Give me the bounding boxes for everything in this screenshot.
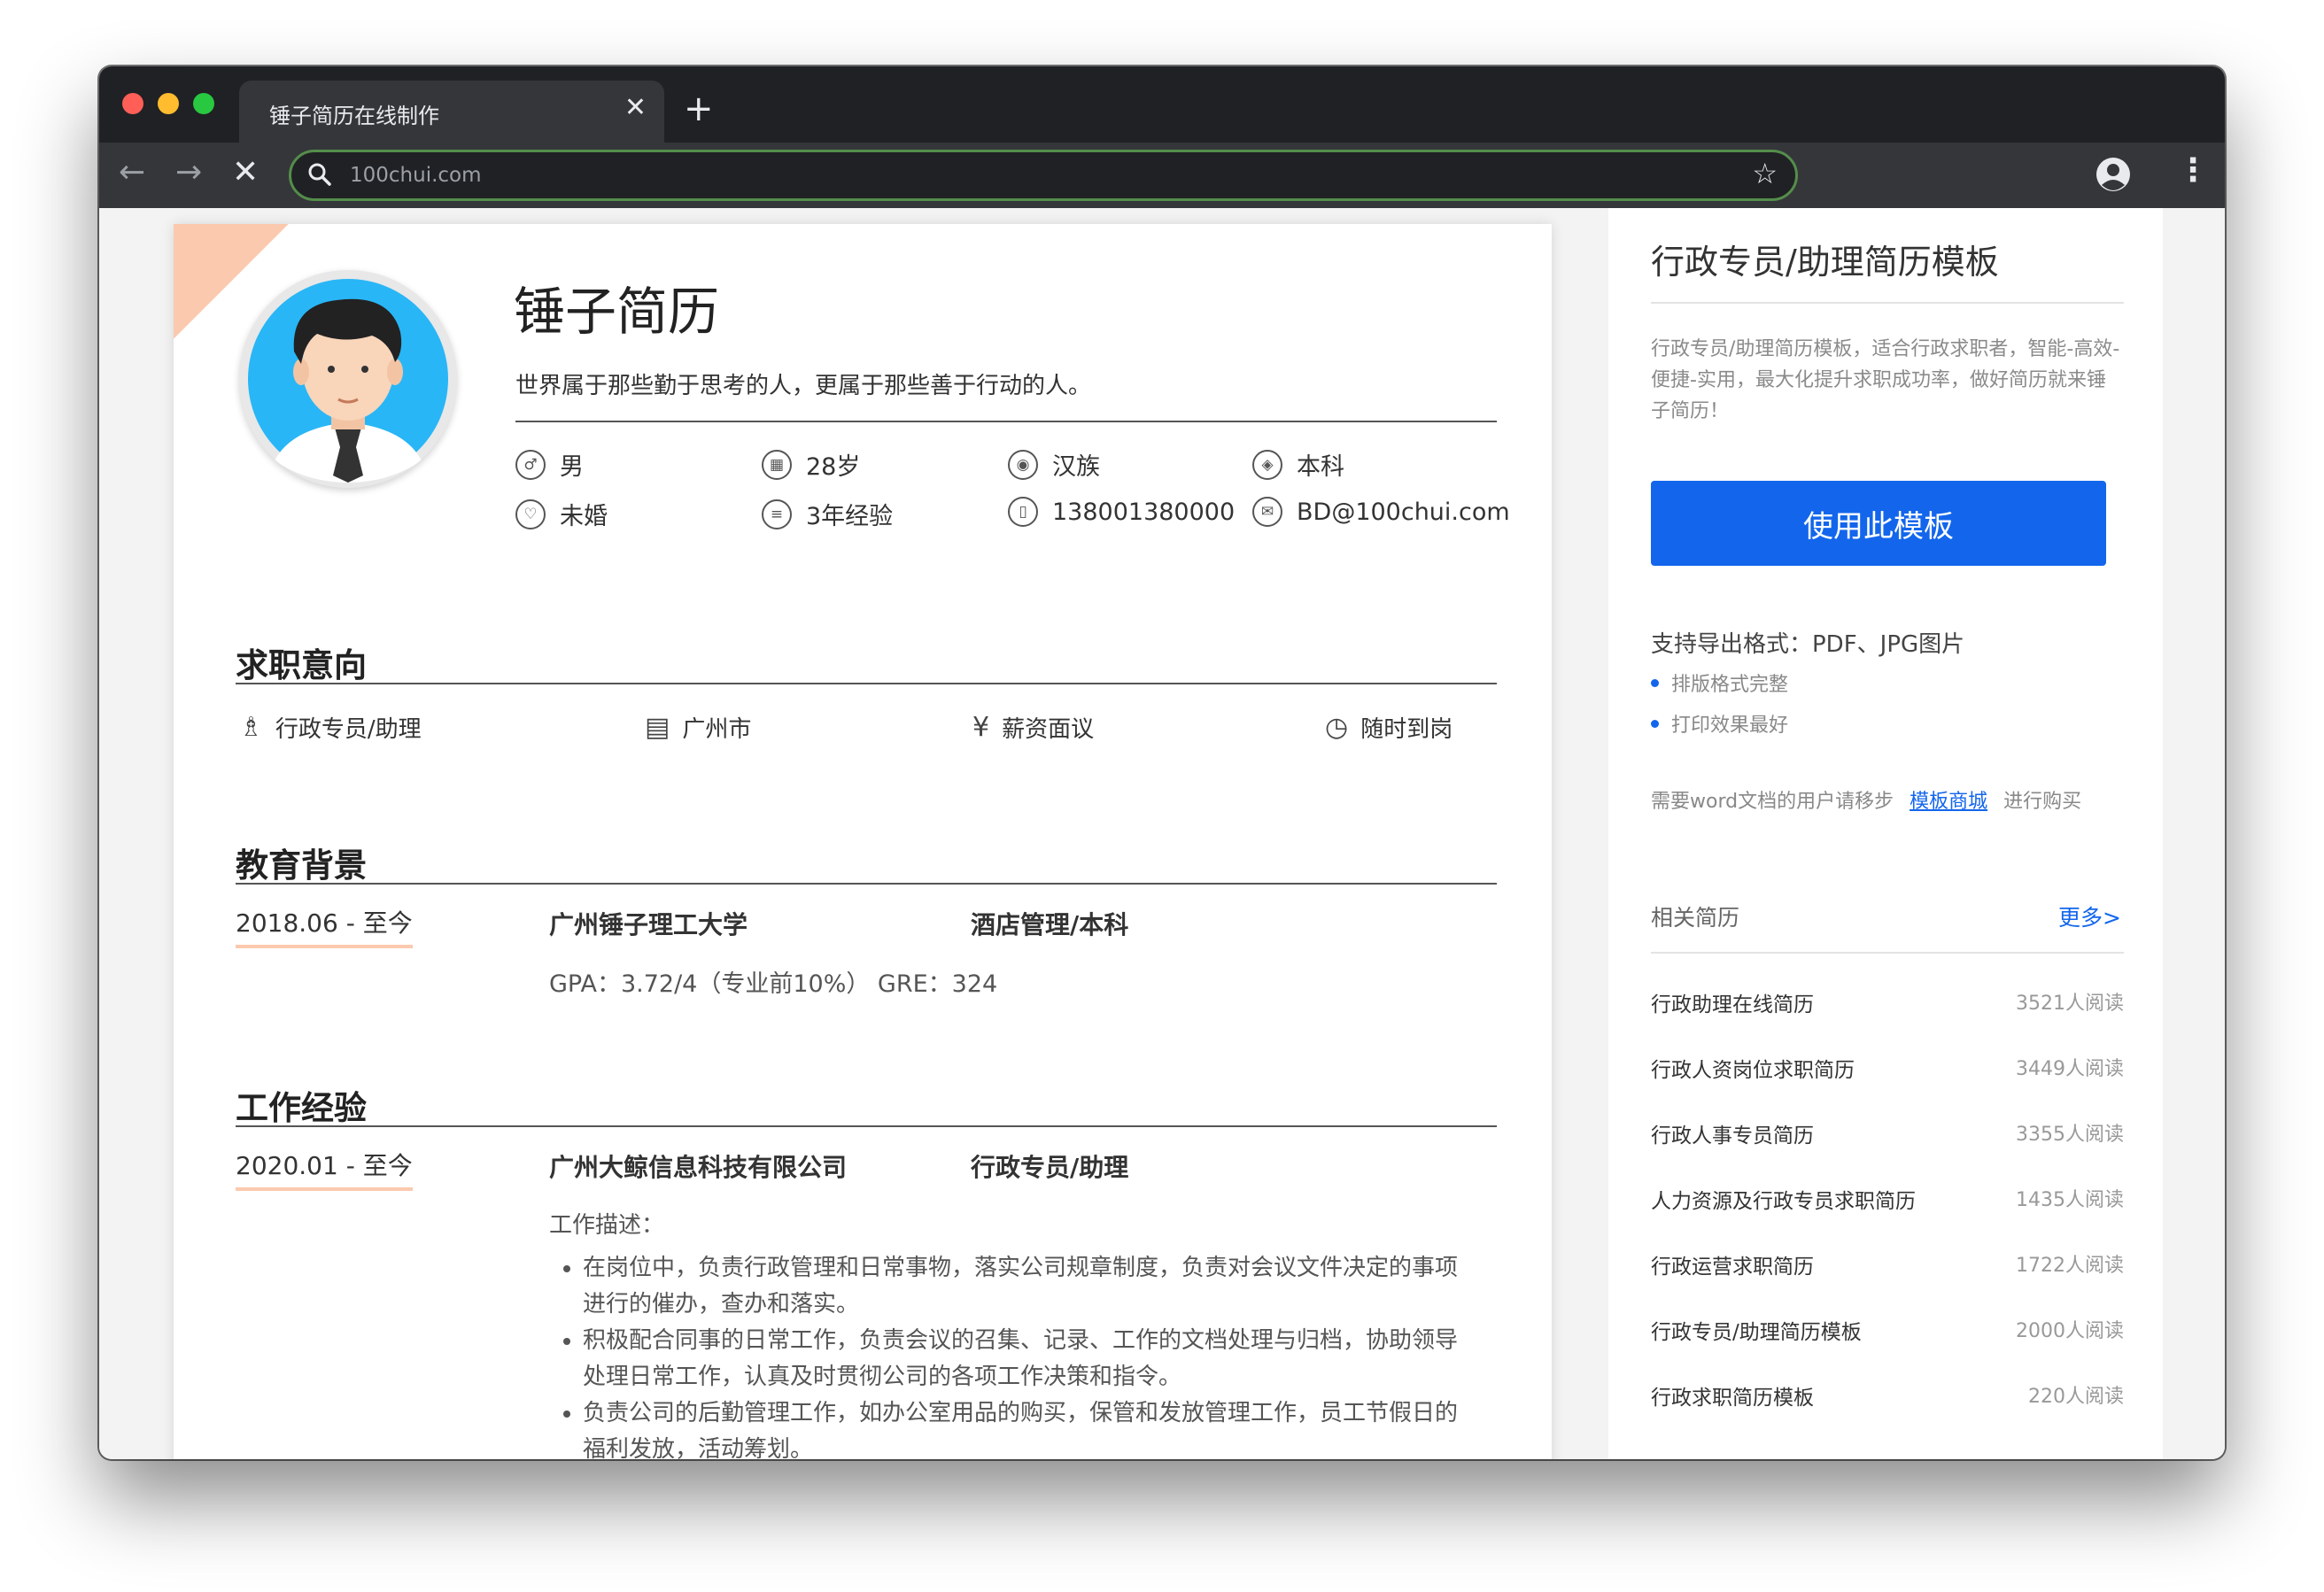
- browser-toolbar: ← → ✕ 100chui.com ☆ ⋮: [99, 143, 2225, 208]
- tab-title: 锤子简历在线制作: [269, 104, 439, 128]
- info-marital: ♡ 未婚: [515, 497, 608, 531]
- section-title-intent: 求职意向: [236, 646, 367, 684]
- related-item[interactable]: 行政运营求职简历 1722人阅读: [1651, 1249, 2124, 1285]
- intent-position: ♗ 行政专员/助理: [239, 712, 422, 743]
- related-item[interactable]: 行政人资岗位求职简历 3449人阅读: [1651, 1053, 2124, 1088]
- work-company: 广州大鲸信息科技有限公司: [549, 1153, 848, 1182]
- intent-divider: [236, 683, 1497, 684]
- avatar: [239, 270, 457, 488]
- related-item[interactable]: 行政人事专员简历 3355人阅读: [1651, 1118, 2124, 1154]
- feature-bullet: 打印效果最好: [1651, 709, 1788, 738]
- page-content: 锤子简历 世界属于那些勤于思考的人，更属于那些善于行动的人。 ♂ 男 ▦ 28岁…: [99, 208, 2225, 1459]
- use-template-button[interactable]: 使用此模板: [1651, 481, 2106, 566]
- tab-close-icon[interactable]: ✕: [624, 95, 647, 121]
- marital-icon: ♡: [515, 498, 546, 529]
- resume-preview: 锤子简历 世界属于那些勤于思考的人，更属于那些善于行动的人。 ♂ 男 ▦ 28岁…: [174, 224, 1552, 1459]
- url-text: 100chui.com: [350, 164, 482, 187]
- feature-bullet: 排版格式完整: [1651, 668, 1788, 697]
- work-divider: [236, 1125, 1497, 1127]
- resume-name: 锤子简历: [514, 282, 720, 342]
- experience-icon: ≡: [762, 498, 792, 529]
- salary-icon: ¥: [972, 712, 990, 743]
- section-title-work: 工作经验: [236, 1089, 367, 1127]
- more-link[interactable]: 更多>: [2058, 900, 2121, 932]
- education-school: 广州锤子理工大学: [549, 910, 748, 939]
- new-tab-button[interactable]: +: [684, 91, 714, 127]
- template-sidebar: 行政专员/助理简历模板 行政专员/助理简历模板，适合行政求职者，智能-高效-便捷…: [1608, 208, 2163, 1459]
- bullet-dot-icon: [1651, 678, 1659, 687]
- address-bar[interactable]: 100chui.com ☆: [289, 150, 1798, 201]
- ethnicity-icon: ◉: [1008, 449, 1038, 480]
- template-store-link[interactable]: 模板商城: [1910, 791, 1987, 813]
- sidebar-divider: [1651, 302, 2124, 304]
- resume-motto: 世界属于那些勤于思考的人，更属于那些善于行动的人。: [515, 373, 1092, 399]
- gender-icon: ♂: [515, 449, 546, 480]
- related-resumes-label: 相关简历: [1651, 905, 1740, 931]
- tab-active[interactable]: 锤子简历在线制作 ✕: [239, 81, 664, 143]
- education-period: 2018.06 - 至今: [236, 904, 413, 948]
- duty-list: 在岗位中，负责行政管理和日常事物，落实公司规章制度，负责对会议文件决定的事项进行…: [549, 1250, 1479, 1459]
- info-age: ▦ 28岁: [762, 447, 860, 482]
- tie-icon: ♗: [239, 712, 263, 743]
- work-period: 2020.01 - 至今: [236, 1147, 413, 1191]
- minimize-window-button[interactable]: [158, 93, 179, 114]
- education-major: 酒店管理/本科: [971, 910, 1129, 939]
- info-gender: ♂ 男: [515, 447, 584, 482]
- template-title: 行政专员/助理简历模板: [1651, 243, 1999, 282]
- tab-strip: 锤子简历在线制作 ✕ +: [99, 66, 2225, 143]
- work-description-label: 工作描述：: [549, 1212, 665, 1239]
- close-window-button[interactable]: [122, 93, 143, 114]
- header-divider: [515, 421, 1497, 422]
- email-icon: ✉: [1252, 497, 1282, 527]
- browser-window: 锤子简历在线制作 ✕ + ← → ✕ 100chui.com ☆ ⋮ 锤子简历 …: [99, 66, 2225, 1459]
- intent-city: ▤ 广州市: [645, 712, 752, 743]
- education-divider: [236, 883, 1497, 885]
- duty-item: 负责公司的后勤管理工作，如办公室用品的购买，保管和发放管理工作，员工节假日的福利…: [583, 1395, 1479, 1459]
- related-item[interactable]: 行政求职简历模板 220人阅读: [1651, 1380, 2124, 1416]
- section-title-education: 教育背景: [236, 846, 367, 885]
- duty-item: 在岗位中，负责行政管理和日常事物，落实公司规章制度，负责对会议文件决定的事项进行…: [583, 1250, 1479, 1323]
- bookmark-star-icon[interactable]: ☆: [1752, 159, 1778, 188]
- export-formats: 支持导出格式：PDF、JPG图片: [1651, 631, 1965, 658]
- related-item[interactable]: 行政助理在线简历 3521人阅读: [1651, 987, 2124, 1023]
- related-divider: [1651, 952, 2124, 954]
- duty-item: 积极配合同事的日常工作，负责会议的召集、记录、工作的文档处理与归档，协助领导处理…: [583, 1323, 1479, 1395]
- avatar-illustration-icon: [239, 270, 457, 488]
- search-icon: [308, 163, 331, 186]
- clock-icon: ◷: [1325, 712, 1349, 743]
- intent-salary: ¥ 薪资面议: [972, 712, 1095, 743]
- forward-button[interactable]: →: [175, 157, 202, 189]
- template-description: 行政专员/助理简历模板，适合行政求职者，智能-高效-便捷-实用，最大化提升求职成…: [1651, 338, 2120, 422]
- intent-availability: ◷ 随时到岗: [1325, 712, 1453, 743]
- info-phone: ▯ 138001380000: [1008, 497, 1235, 527]
- info-email: ✉ BD@100chui.com: [1252, 497, 1510, 527]
- browser-menu-icon[interactable]: ⋮: [2177, 155, 2209, 187]
- age-icon: ▦: [762, 449, 792, 480]
- word-note: 需要word文档的用户请移步 模板商城 进行购买: [1651, 791, 2082, 813]
- work-description: 工作描述： 在岗位中，负责行政管理和日常事物，落实公司规章制度，负责对会议文件决…: [549, 1207, 1479, 1459]
- info-ethnicity: ◉ 汉族: [1008, 447, 1100, 482]
- profile-avatar-icon[interactable]: [2095, 157, 2131, 192]
- maximize-window-button[interactable]: [193, 93, 214, 114]
- related-item[interactable]: 行政专员/助理简历模板 2000人阅读: [1651, 1315, 2124, 1350]
- related-item[interactable]: 人力资源及行政专员求职简历 1435人阅读: [1651, 1184, 2124, 1219]
- education-detail: GPA：3.72/4（专业前10%） GRE：324: [549, 970, 998, 998]
- bullet-dot-icon: [1651, 719, 1659, 728]
- work-position: 行政专员/助理: [971, 1153, 1129, 1182]
- info-education: ◈ 本科: [1252, 447, 1344, 482]
- building-icon: ▤: [645, 712, 670, 743]
- back-button[interactable]: ←: [119, 157, 145, 189]
- stop-loading-button[interactable]: ✕: [232, 157, 259, 189]
- phone-icon: ▯: [1008, 497, 1038, 527]
- info-experience: ≡ 3年经验: [762, 497, 893, 531]
- education-icon: ◈: [1252, 449, 1282, 480]
